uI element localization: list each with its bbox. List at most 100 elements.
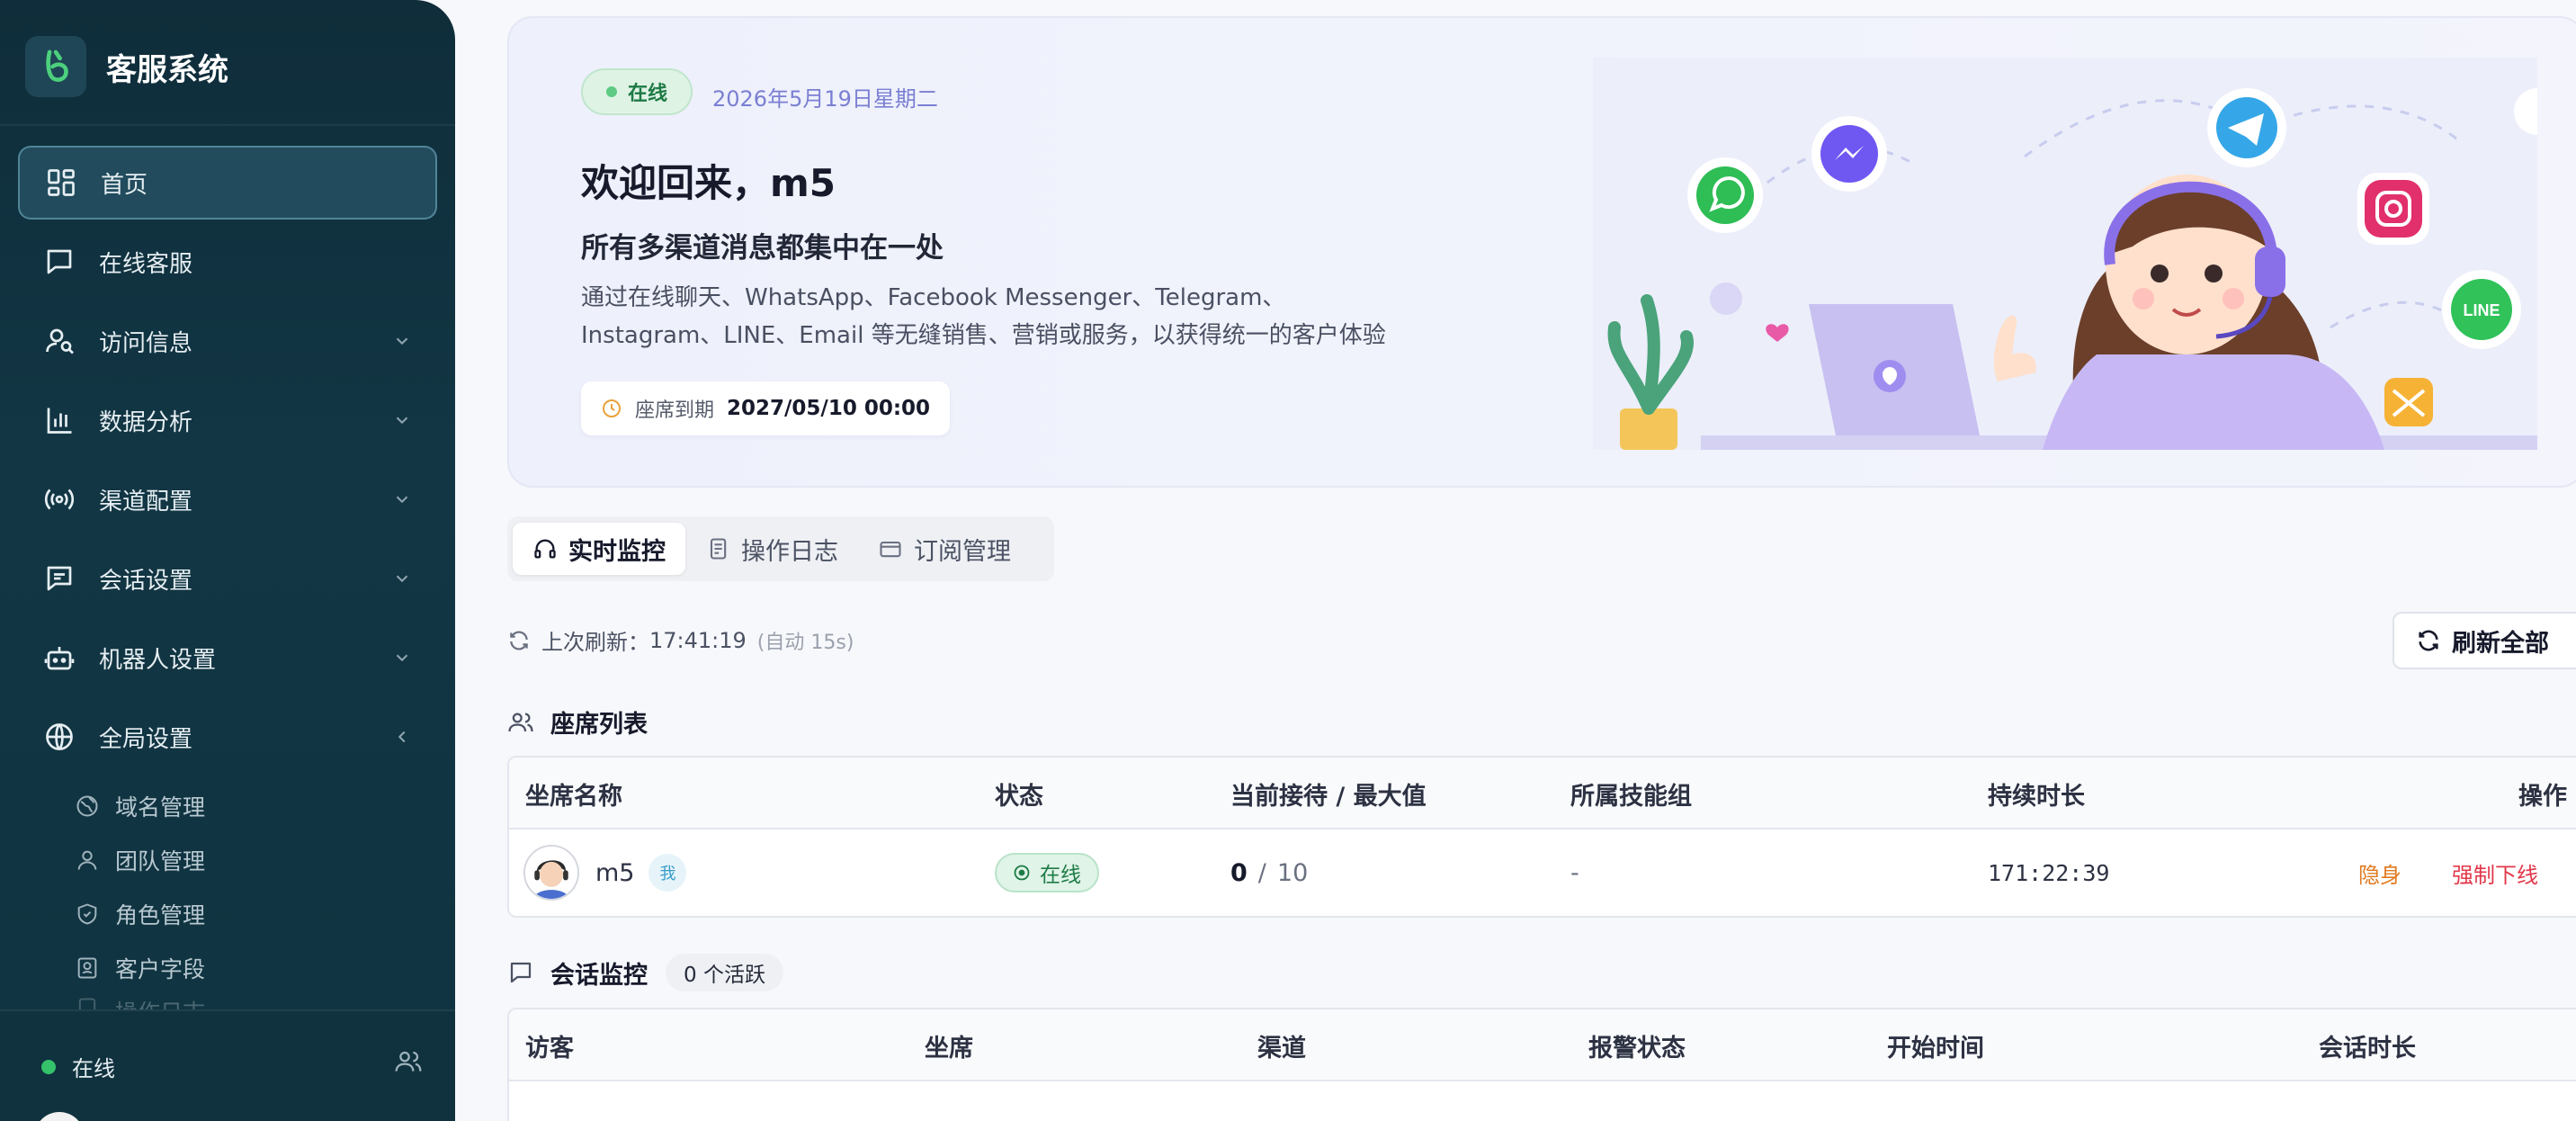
- brand[interactable]: 客服系统: [25, 36, 228, 97]
- sidebar: 客服系统 首页 在线客服 访问信息 数据分析 渠道配置 会话设置 机器人设置 全…: [0, 0, 455, 1121]
- refresh-all-button[interactable]: 刷新全部: [2393, 612, 2576, 669]
- column-header[interactable]: 开始时间: [1887, 1009, 1984, 1081]
- current-load: 0: [1230, 858, 1248, 887]
- tab-realtime-monitor[interactable]: 实时监控: [513, 523, 685, 575]
- agent-status-toggle[interactable]: 在线: [41, 1051, 115, 1082]
- tab-label: 操作日志: [741, 537, 838, 566]
- column-header[interactable]: 操作: [2518, 758, 2567, 830]
- dashboard-icon: [43, 165, 79, 201]
- column-header[interactable]: 坐席: [925, 1009, 973, 1081]
- current-date: 2026年5月19日星期二: [712, 86, 938, 112]
- agent-status-cell: 在线: [995, 830, 1099, 916]
- force-logout-link[interactable]: 强制下线: [2452, 830, 2538, 916]
- sidebar-item-channel-config[interactable]: 渠道配置: [18, 462, 437, 536]
- sessions-section-title: 会话监控 0 个活跃: [507, 954, 783, 991]
- tab-subscription[interactable]: 订阅管理: [858, 523, 1031, 575]
- sidebar-subitem-roles[interactable]: 角色管理: [74, 887, 437, 941]
- sidebar-item-visitor-info[interactable]: 访问信息: [18, 304, 437, 378]
- hide-action-label: 隐身: [2358, 862, 2402, 888]
- seat-expiry-value: 2027/05/10 00:00: [727, 397, 931, 420]
- sidebar-subitem-domain[interactable]: 域名管理: [74, 779, 437, 833]
- refresh-time: 17:41:19: [649, 627, 747, 653]
- sidebar-subitem-label: 角色管理: [115, 902, 206, 928]
- column-header[interactable]: 访客: [525, 1009, 574, 1081]
- sidebar-item-label: 访问信息: [99, 329, 193, 357]
- status-badge: 在线: [995, 853, 1099, 892]
- welcome-banner: 在线 2026年5月19日星期二 欢迎回来，m5 所有多渠道消息都集中在一处 通…: [507, 16, 2576, 488]
- chevron-down-icon: [396, 654, 408, 662]
- column-header[interactable]: 当前接待 / 最大值: [1230, 758, 1427, 830]
- sidebar-subitem-team[interactable]: 团队管理: [74, 833, 437, 887]
- bar-chart-icon: [41, 402, 77, 438]
- online-dot-icon: [41, 1059, 56, 1074]
- online-status-pill: 在线: [581, 68, 693, 115]
- sidebar-item-label: 渠道配置: [99, 488, 193, 516]
- column-header[interactable]: 持续时长: [1988, 758, 2085, 830]
- sidebar-subitem-label: 域名管理: [115, 794, 206, 821]
- sidebar-item-label: 数据分析: [99, 408, 193, 436]
- tab-operation-log[interactable]: 操作日志: [685, 523, 858, 575]
- sidebar-item-label: 机器人设置: [99, 646, 217, 674]
- chevron-down-icon: [396, 337, 408, 345]
- refresh-label: 上次刷新：: [541, 630, 649, 655]
- force-logout-label: 强制下线: [2452, 862, 2538, 888]
- sidebar-item-label: 首页: [101, 171, 148, 199]
- brand-divider: [0, 124, 455, 126]
- shield-icon: [74, 901, 101, 928]
- active-session-count: 0 个活跃: [666, 954, 783, 991]
- agent-name: m5: [595, 858, 635, 887]
- credit-card-icon: [880, 541, 901, 558]
- agents-table: 坐席名称 状态 当前接待 / 最大值 所属技能组 持续时长 操作 m5 我 在线…: [507, 756, 2576, 918]
- column-header[interactable]: 报警状态: [1588, 1009, 1686, 1081]
- sidebar-item-session-settings[interactable]: 会话设置: [18, 542, 437, 615]
- message-lines-icon: [41, 560, 77, 596]
- globe-icon: [41, 719, 77, 755]
- sidebar-item-label: 在线客服: [99, 250, 193, 278]
- sidebar-nav: 首页 在线客服 访问信息 数据分析 渠道配置 会话设置 机器人设置 全局设置 域…: [18, 146, 437, 1031]
- sidebar-item-data-analysis[interactable]: 数据分析: [18, 383, 437, 457]
- sidebar-item-label: 全局设置: [99, 725, 193, 753]
- id-card-icon: [74, 955, 101, 982]
- column-header[interactable]: 状态: [995, 758, 1043, 830]
- app-logo-icon: [25, 36, 86, 97]
- robot-icon: [41, 640, 77, 676]
- agents-section-title: 座席列表: [507, 704, 648, 740]
- agent-group-cell: -: [1570, 858, 1579, 887]
- chat-bubble-icon: [510, 962, 532, 983]
- column-header[interactable]: 会话时长: [2319, 1009, 2416, 1081]
- hide-action-link[interactable]: 隐身: [2358, 830, 2402, 916]
- broadcast-icon: [41, 481, 77, 517]
- section-title-text: 座席列表: [550, 711, 648, 739]
- welcome-description: 通过在线聊天、WhatsApp、Facebook Messenger、Teleg…: [581, 279, 1409, 354]
- seat-expiry-chip: 座席到期 2027/05/10 00:00: [581, 381, 951, 435]
- user-avatar[interactable]: [34, 1112, 85, 1121]
- agent-load-cell: 0 / 10: [1230, 830, 1308, 916]
- sidebar-subitem-label: 团队管理: [115, 848, 206, 874]
- domain-globe-icon: [74, 793, 101, 820]
- sidebar-item-robot-settings[interactable]: 机器人设置: [18, 621, 437, 695]
- status-text: 在线: [1040, 864, 1081, 887]
- column-header[interactable]: 坐席名称: [525, 758, 622, 830]
- online-status-label: 在线: [628, 83, 668, 105]
- welcome-title: 欢迎回来，m5: [581, 161, 836, 205]
- refresh-icon: [510, 630, 528, 650]
- column-header[interactable]: 所属技能组: [1570, 758, 1692, 830]
- description-line: 通过在线聊天、WhatsApp、Facebook Messenger、Teleg…: [581, 284, 1286, 311]
- customer-service-illustration: LINE: [1593, 58, 2537, 450]
- refresh-icon: [2419, 630, 2438, 651]
- team-icon[interactable]: [394, 1047, 423, 1076]
- sidebar-footer: 在线: [0, 1009, 455, 1121]
- sidebar-item-global-settings[interactable]: 全局设置: [18, 700, 437, 774]
- chevron-down-icon: [396, 417, 408, 425]
- sessions-table: 访客 坐席 渠道 报警状态 开始时间 会话时长: [507, 1008, 2576, 1121]
- sidebar-subitem-label: 客户字段: [115, 956, 206, 982]
- person-icon: [74, 847, 101, 874]
- agent-avatar[interactable]: [523, 845, 579, 901]
- table-row: m5 我 在线 0 / 10 - 171:22:39 隐身 强制下线: [509, 830, 2576, 916]
- sidebar-item-home[interactable]: 首页: [18, 146, 437, 220]
- column-header[interactable]: 渠道: [1257, 1009, 1306, 1081]
- max-load: 10: [1276, 858, 1309, 887]
- sidebar-item-online-service[interactable]: 在线客服: [18, 225, 437, 299]
- main-tabs: 实时监控 操作日志 订阅管理: [507, 516, 1054, 581]
- sidebar-subitem-customer-fields[interactable]: 客户字段: [74, 941, 437, 995]
